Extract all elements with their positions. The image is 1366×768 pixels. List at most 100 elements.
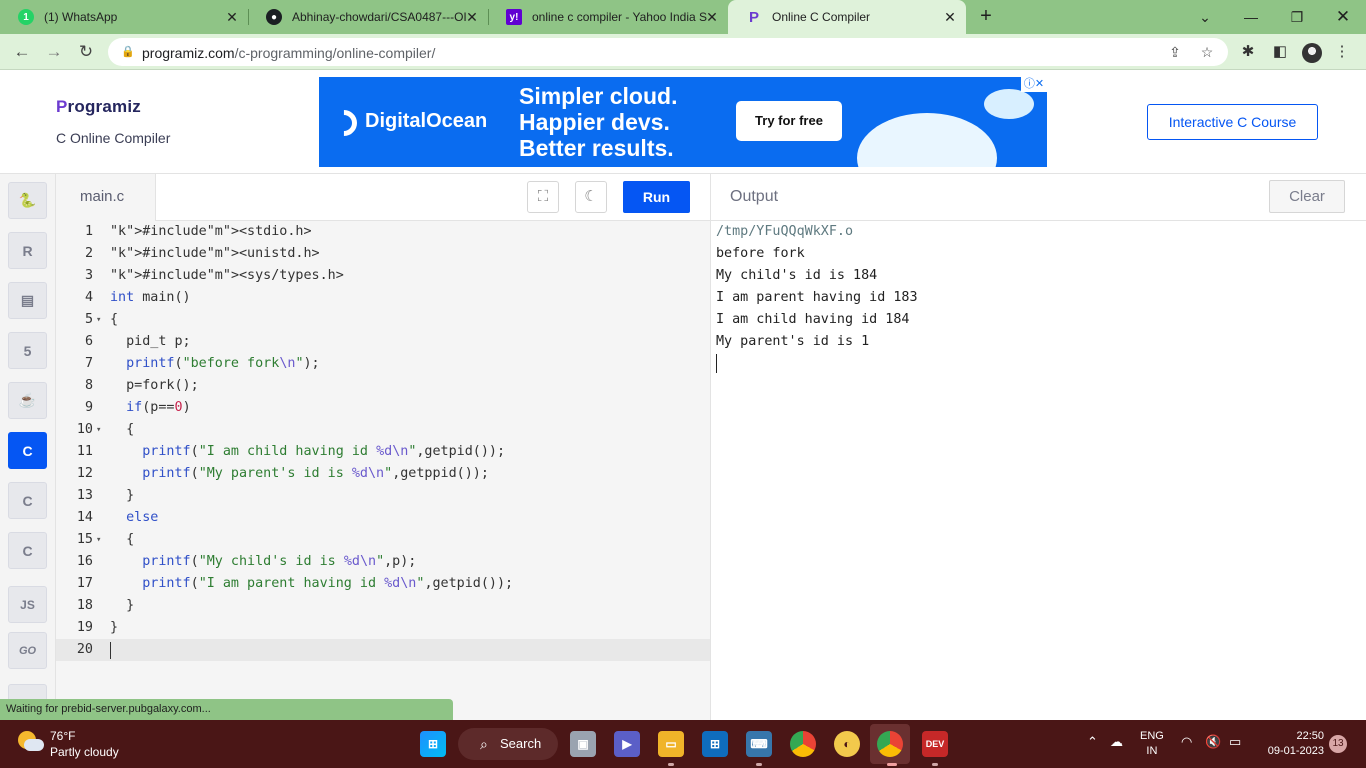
chevron-up-icon[interactable]: ⌃ xyxy=(1087,734,1098,750)
windows-start-icon[interactable]: ⊞ xyxy=(420,731,446,757)
code-line[interactable]: 10 ▾ { xyxy=(56,419,710,441)
code-line[interactable]: 9 if(p==0) xyxy=(56,397,710,419)
line-number: 2 xyxy=(84,246,93,261)
onedrive-cloud-icon[interactable]: ☁ xyxy=(1110,734,1123,750)
back-arrow-icon[interactable]: ← xyxy=(10,40,34,64)
output-console[interactable]: /tmp/YFuQQqWkXF.o before fork My child's i… xyxy=(710,221,1366,720)
battery-icon[interactable]: ▭ xyxy=(1229,734,1241,750)
code-line[interactable]: 12 printf("My parent's id is %d\n",getpp… xyxy=(56,463,710,485)
system-clock[interactable]: 22:50 09-01-2023 xyxy=(1262,729,1324,759)
share-icon[interactable]: ⇪ xyxy=(1166,43,1184,61)
code-line[interactable]: 14 else xyxy=(56,507,710,529)
partly-cloudy-icon[interactable] xyxy=(18,729,44,755)
close-icon[interactable]: ✕ xyxy=(224,9,240,25)
menu-kebab-icon[interactable]: ⋮ xyxy=(1332,42,1352,62)
code-line[interactable]: 17 printf("I am parent having id %d\n",g… xyxy=(56,573,710,595)
language-indicator[interactable]: ENG IN xyxy=(1140,729,1164,759)
taskbar-search[interactable]: ⌕ Search xyxy=(458,728,558,760)
ad-close-icon[interactable]: ⓘ✕ xyxy=(1021,77,1047,92)
minimize-button[interactable]: — xyxy=(1228,4,1274,30)
new-tab-button[interactable]: + xyxy=(975,6,997,28)
language-sidebar: 🐍 R ▤ 5 ☕ C C C JS GO xyxy=(0,174,56,720)
code-line[interactable]: 19} xyxy=(56,617,710,639)
microsoft-store-icon[interactable]: ⊞ xyxy=(702,731,728,757)
line-number: 11 xyxy=(76,444,93,459)
close-window-button[interactable]: ✕ xyxy=(1320,4,1366,30)
tab-online-c-compiler[interactable]: P Online C Compiler ✕ xyxy=(728,0,966,34)
code-editor[interactable]: 1 "k">#include"m"><stdio.h> 2 "k">#include"… xyxy=(56,221,710,720)
fold-toggle-icon[interactable]: ▾ xyxy=(96,419,101,441)
close-icon[interactable]: ✕ xyxy=(942,9,958,25)
lock-icon[interactable]: 🔒 xyxy=(120,44,136,60)
yahoo-icon: y! xyxy=(506,9,522,25)
forward-arrow-icon[interactable]: → xyxy=(42,40,66,64)
side-panel-icon[interactable]: ◧ xyxy=(1270,42,1290,62)
ad-cta-button[interactable]: Try for free xyxy=(736,101,842,141)
python-idle-icon[interactable]: ⌨ xyxy=(746,731,772,757)
teams-chat-icon[interactable]: ▶ xyxy=(614,731,640,757)
close-icon[interactable]: ✕ xyxy=(704,9,720,25)
close-icon[interactable]: ✕ xyxy=(464,9,480,25)
notification-badge[interactable]: 13 xyxy=(1329,735,1347,753)
file-explorer-icon[interactable]: ▭ xyxy=(658,731,684,757)
dev-cpp-icon[interactable]: DEV xyxy=(922,731,948,757)
run-button[interactable]: Run xyxy=(623,181,690,213)
code-line[interactable]: 13 } xyxy=(56,485,710,507)
code-line[interactable]: 11 printf("I am child having id %d\n",ge… xyxy=(56,441,710,463)
html5-icon[interactable]: 5 xyxy=(8,332,47,369)
bookmark-star-icon[interactable]: ☆ xyxy=(1198,43,1216,61)
tab-yahoo[interactable]: y! online c compiler - Yahoo India S ✕ xyxy=(488,0,728,34)
line-number: 14 xyxy=(76,510,93,525)
code-line[interactable]: 7 printf("before fork\n"); xyxy=(56,353,710,375)
file-tab-main-c[interactable]: main.c xyxy=(56,174,156,221)
text-cursor xyxy=(716,354,717,373)
task-view-icon[interactable]: ▣ xyxy=(570,731,596,757)
vpn-shield-icon[interactable]: ◐ xyxy=(834,731,860,757)
code-line[interactable]: 3 "k">#include"m"><sys/types.h> xyxy=(56,265,710,287)
fold-toggle-icon[interactable]: ▾ xyxy=(96,309,101,331)
profile-avatar[interactable] xyxy=(1302,43,1322,63)
programiz-logo[interactable]: Programiz xyxy=(56,97,141,117)
code-line[interactable]: 18 } xyxy=(56,595,710,617)
advertisement-banner[interactable]: DigitalOcean Simpler cloud. Happier devs… xyxy=(319,77,1047,167)
reload-icon[interactable]: ↻ xyxy=(74,40,98,64)
java-icon[interactable]: ☕ xyxy=(8,382,47,419)
sql-database-icon[interactable]: ▤ xyxy=(8,282,47,319)
python-icon[interactable]: 🐍 xyxy=(8,182,47,219)
tab-github[interactable]: ● Abhinay-chowdari/CSA0487---OI ✕ xyxy=(248,0,488,34)
code-line[interactable]: 20 xyxy=(56,639,710,661)
fold-toggle-icon[interactable]: ▾ xyxy=(96,529,101,551)
weather-temperature[interactable]: 76°F xyxy=(50,729,75,743)
editor-toolbar: main.c ⛶ ☾ Run xyxy=(56,174,710,221)
address-bar[interactable]: 🔒 programiz.com/c-programming/online-com… xyxy=(108,38,1228,66)
cpp-icon[interactable]: C xyxy=(8,482,47,519)
output-line: My parent's id is 1 xyxy=(716,334,870,349)
extensions-puzzle-icon[interactable]: ✱ xyxy=(1238,42,1258,62)
interactive-course-button[interactable]: Interactive C Course xyxy=(1147,104,1318,140)
weather-description[interactable]: Partly cloudy xyxy=(50,745,119,759)
fullscreen-icon[interactable]: ⛶ xyxy=(527,181,559,213)
restore-button[interactable]: ❐ xyxy=(1274,4,1320,30)
code-line[interactable]: 2 "k">#include"m"><unistd.h> xyxy=(56,243,710,265)
code-line[interactable]: 5 ▾ { xyxy=(56,309,710,331)
chrome-active-icon[interactable] xyxy=(877,731,903,757)
go-icon[interactable]: GO xyxy=(8,632,47,669)
tab-whatsapp[interactable]: 1 (1) WhatsApp ✕ xyxy=(0,0,248,34)
code-line[interactable]: 6 pid_t p; xyxy=(56,331,710,353)
chrome-icon[interactable] xyxy=(790,731,816,757)
wifi-icon[interactable]: ◠ xyxy=(1181,734,1192,750)
csharp-icon[interactable]: C xyxy=(8,532,47,569)
code-line[interactable]: 16 printf("My child's id is %d\n",p); xyxy=(56,551,710,573)
code-line[interactable]: 4 int main() xyxy=(56,287,710,309)
c-language-icon[interactable]: C xyxy=(8,432,47,469)
code-line[interactable]: 1 "k">#include"m"><stdio.h> xyxy=(56,221,710,243)
dark-mode-moon-icon[interactable]: ☾ xyxy=(575,181,607,213)
tab-search-chevron-icon[interactable]: ⌄ xyxy=(1182,4,1228,30)
r-language-icon[interactable]: R xyxy=(8,232,47,269)
code-text: printf("My parent's id is %d\n",getppid(… xyxy=(142,466,489,481)
javascript-icon[interactable]: JS xyxy=(8,586,47,623)
volume-muted-icon[interactable]: 🔇 xyxy=(1205,734,1221,750)
code-line[interactable]: 8 p=fork(); xyxy=(56,375,710,397)
code-line[interactable]: 15 ▾ { xyxy=(56,529,710,551)
clear-button[interactable]: Clear xyxy=(1269,180,1345,213)
